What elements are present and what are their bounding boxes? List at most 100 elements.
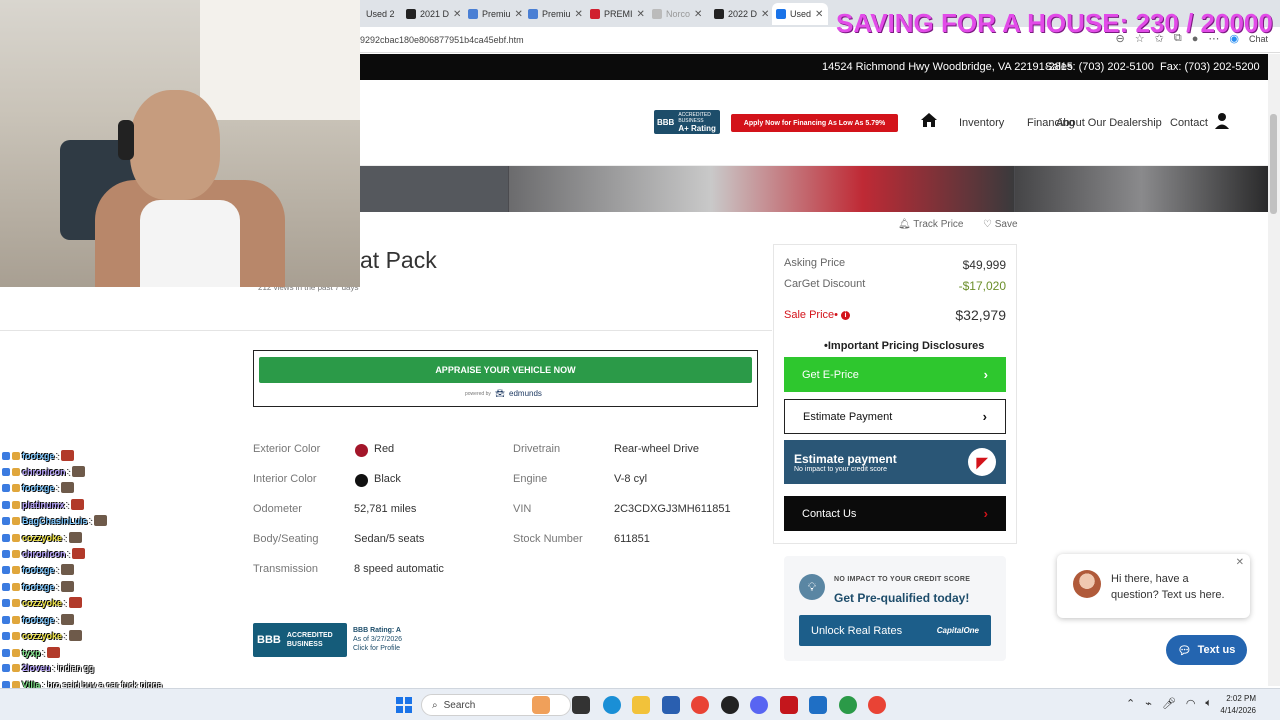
discount-value: -$17,020 xyxy=(958,279,1006,293)
appraise-widget: APPRAISE YOUR VEHICLE NOW powered by 🚘︎ … xyxy=(253,350,758,407)
chat-badge-icon xyxy=(2,467,10,476)
sale-price-label: Sale Price• xyxy=(784,309,838,321)
estimate-payment-button[interactable]: Estimate Payment › xyxy=(784,399,1006,434)
estimate-payment-capitalone-button[interactable]: Estimate payment No impact to your credi… xyxy=(784,440,1006,484)
browser-tab[interactable]: Norco ✕ xyxy=(648,3,708,25)
nav-inventory[interactable]: Inventory xyxy=(959,117,1004,129)
browser-tab[interactable]: 2022 D ✕ xyxy=(710,3,770,25)
clock-date: 4/14/2026 xyxy=(1220,706,1256,715)
home-icon[interactable] xyxy=(920,112,938,133)
spec-label: Body/Seating xyxy=(253,533,319,545)
chat-username: chronicon xyxy=(22,548,66,559)
chat-badge-icon xyxy=(12,648,20,657)
nav-contact[interactable]: Contact xyxy=(1170,117,1208,129)
vehicle-photo[interactable] xyxy=(509,166,1014,212)
contact-us-button[interactable]: Contact Us › xyxy=(784,496,1006,531)
chat-text: : indian gg xyxy=(52,663,95,673)
chat-text: : xyxy=(56,450,60,461)
discord-icon[interactable] xyxy=(750,696,768,714)
close-icon[interactable]: ✕ xyxy=(815,9,823,20)
vehicle-photo-strip[interactable] xyxy=(360,166,1268,212)
info-icon[interactable]: i xyxy=(841,310,850,320)
browser-tab-active[interactable]: Used ✕ xyxy=(772,3,828,25)
vehicle-photo[interactable] xyxy=(360,166,508,212)
text-us-button[interactable]: 💬︎ Text us xyxy=(1166,635,1247,665)
save-link[interactable]: ♡ Save xyxy=(983,219,1018,230)
pricing-disclosures-link[interactable]: •Important Pricing Disclosures xyxy=(824,340,984,352)
chrome-icon[interactable] xyxy=(691,696,709,714)
dealer-address: 14524 Richmond Hwy Woodbridge, VA 22191-… xyxy=(822,61,1073,73)
bbb-rating-block[interactable]: BBB Rating: A As of 3/27/2026 Click for … xyxy=(353,626,402,653)
chat-badge-icon xyxy=(2,483,10,492)
appraise-vehicle-button[interactable]: APPRAISE YOUR VEHICLE NOW xyxy=(259,357,752,383)
acrobat-icon[interactable] xyxy=(780,696,798,714)
bbb-badge[interactable]: BBB ACCREDITED BUSINESS A+ Rating xyxy=(654,110,720,134)
chevron-up-icon[interactable]: ⌃ xyxy=(1126,697,1135,710)
sales-phone[interactable]: Sales: (703) 202-5100 xyxy=(1045,61,1154,73)
taskbar-clock[interactable]: 2:02 PM 4/14/2026 xyxy=(1216,693,1256,717)
bbb-accredited-badge[interactable]: BBB ACCREDITED BUSINESS xyxy=(253,623,347,657)
capitalone-logo: CapitalOne xyxy=(936,626,979,635)
close-icon[interactable]: ✕ xyxy=(515,9,522,20)
windows-start-icon[interactable] xyxy=(396,697,412,713)
close-icon[interactable]: ✕ xyxy=(1236,557,1244,568)
chrome-icon[interactable] xyxy=(839,696,857,714)
unlock-real-rates-button[interactable]: Unlock Real Rates CapitalOne xyxy=(799,615,991,646)
chat-text: : xyxy=(42,647,46,658)
save-label: Save xyxy=(994,219,1018,230)
chat-text: : xyxy=(56,614,60,625)
file-explorer-icon[interactable] xyxy=(632,696,650,714)
obs-icon[interactable] xyxy=(721,696,739,714)
browser-tab[interactable]: Used 2 xyxy=(362,3,400,25)
taskbar-app-icon[interactable] xyxy=(572,696,590,714)
chat-badge-icon xyxy=(12,598,20,607)
edge-icon[interactable] xyxy=(603,696,621,714)
wifi-icon[interactable]: ◠ xyxy=(1186,697,1196,710)
network-icon[interactable]: ⌁ xyxy=(1145,697,1152,710)
prequalify-widget: 💡︎ NO IMPACT TO YOUR CREDIT SCORE Get Pr… xyxy=(784,556,1006,661)
discount-label: CarGet Discount xyxy=(784,278,866,290)
close-icon[interactable]: ✕ xyxy=(575,9,583,20)
spec-label: Stock Number xyxy=(513,533,583,545)
vehicle-photo[interactable] xyxy=(1015,166,1268,212)
bbb-click-profile[interactable]: Click for Profile xyxy=(353,644,402,653)
chat-badge-icon xyxy=(12,483,20,492)
apply-financing-button[interactable]: Apply Now for Financing As Low As 5.79% xyxy=(731,114,898,132)
scrollbar[interactable] xyxy=(1268,54,1280,686)
chat-emote-icon xyxy=(72,548,86,559)
chat-badge-icon xyxy=(12,615,20,624)
close-icon[interactable]: ✕ xyxy=(453,9,461,20)
close-icon[interactable]: ✕ xyxy=(694,9,702,20)
speaker-icon[interactable]: 🔈︎ xyxy=(1205,697,1212,710)
store-icon[interactable] xyxy=(662,696,680,714)
get-eprice-button[interactable]: Get E-Price › xyxy=(784,357,1006,392)
chrome-icon[interactable] xyxy=(868,696,886,714)
spec-value: 2C3CDXGJ3MH611851 xyxy=(614,503,731,515)
url-field[interactable]: 9292cbac180e806877951b4ca45ebf.htm xyxy=(360,35,524,45)
estimate-payment-text: Estimate payment No impact to your credi… xyxy=(794,452,897,473)
chat-emote-icon xyxy=(71,499,85,510)
track-price-link[interactable]: 🔔︎ Track Price xyxy=(898,219,964,230)
spec-label: Odometer xyxy=(253,503,302,515)
close-icon[interactable]: ✕ xyxy=(761,9,769,20)
asking-price-label: Asking Price xyxy=(784,257,846,269)
tab-favicon-icon xyxy=(652,9,662,19)
capitalone-swoosh-icon: ◤ xyxy=(968,448,996,476)
chat-emote-icon xyxy=(61,564,75,575)
chat-popup[interactable]: Hi there, have a question? Text us here.… xyxy=(1057,554,1250,618)
spec-value: 52,781 miles xyxy=(354,503,417,515)
chat-emote-icon xyxy=(68,630,82,641)
browser-tab[interactable]: 2021 D ✕ xyxy=(402,3,462,25)
browser-tab[interactable]: Premiu ✕ xyxy=(524,3,584,25)
nav-about[interactable]: About Our Dealership xyxy=(1056,117,1162,129)
unlock-label: Unlock Real Rates xyxy=(811,624,903,637)
browser-tab[interactable]: Premiu ✕ xyxy=(464,3,522,25)
close-icon[interactable]: ✕ xyxy=(637,9,645,20)
taskbar-app-icon[interactable] xyxy=(809,696,827,714)
taskbar-app-icon[interactable] xyxy=(532,696,550,714)
browser-tab[interactable]: PREMI ✕ xyxy=(586,3,646,25)
spec-value: 611851 xyxy=(614,533,650,545)
user-account-icon[interactable] xyxy=(1214,112,1230,135)
mic-icon[interactable]: 🎤︎ xyxy=(1162,697,1176,710)
scrollbar-thumb[interactable] xyxy=(1270,114,1277,214)
